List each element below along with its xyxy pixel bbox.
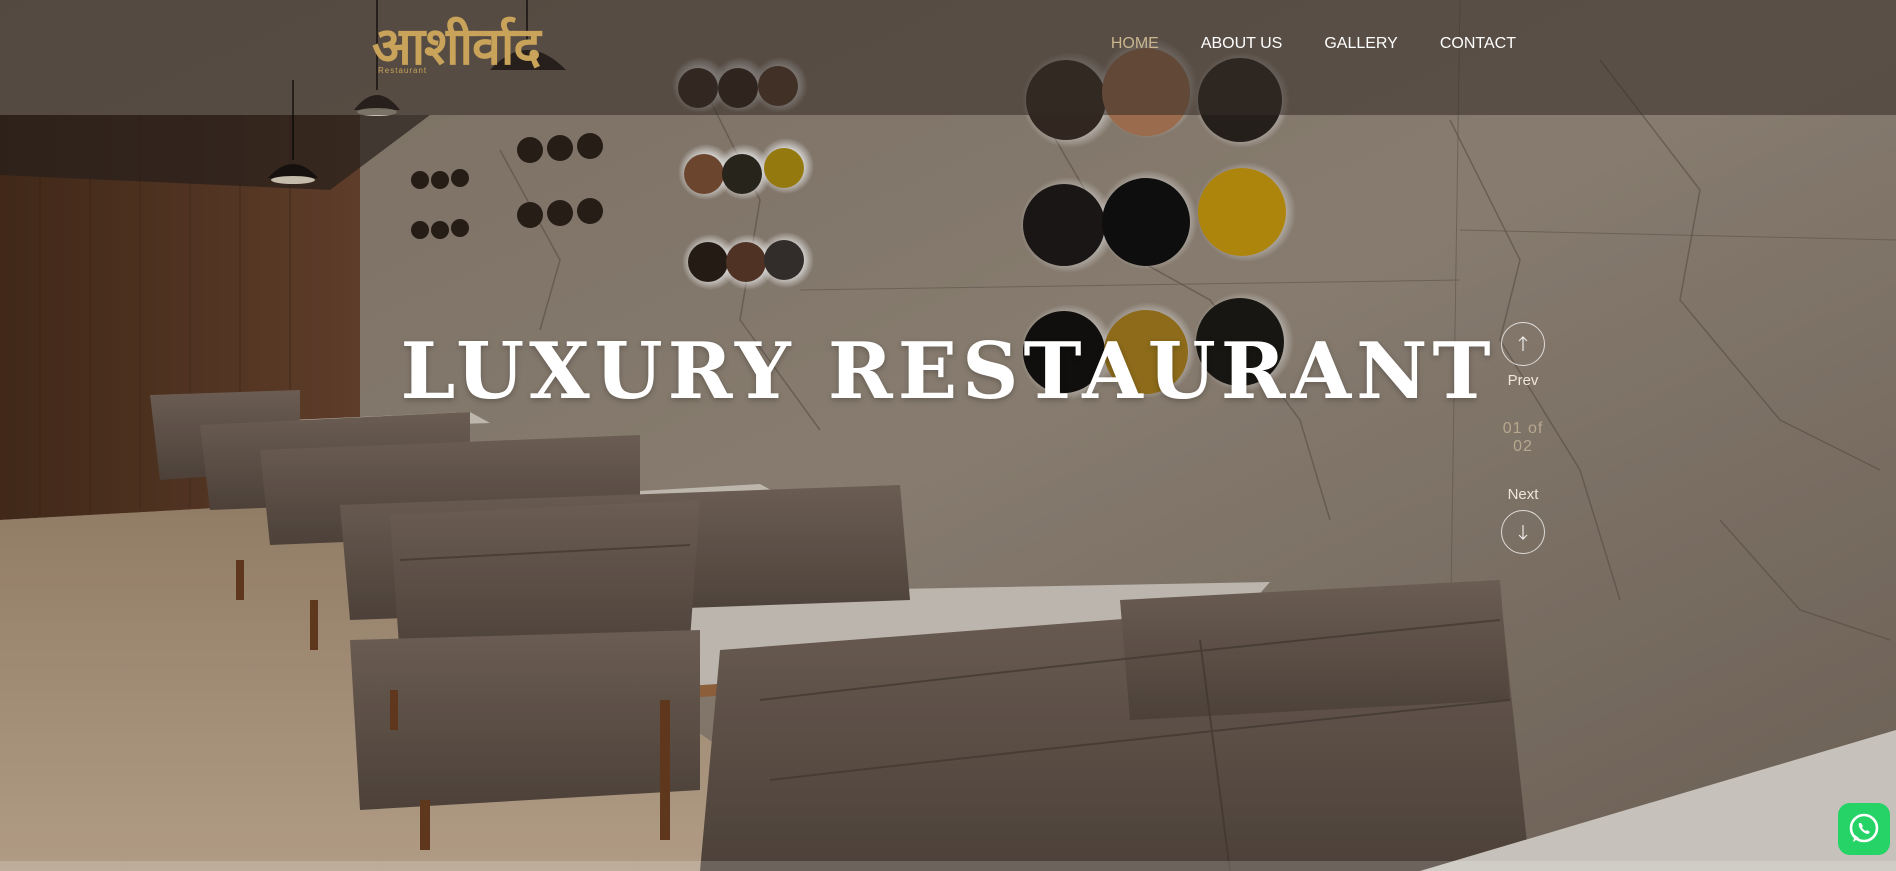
- whatsapp-chat-button[interactable]: [1838, 803, 1890, 855]
- nav-item-contact[interactable]: CONTACT: [1419, 32, 1537, 56]
- nav-item-home[interactable]: HOME: [1090, 32, 1180, 56]
- nav-item-about-us[interactable]: ABOUT US: [1180, 32, 1304, 56]
- hero-bottom-strip: [0, 861, 1896, 871]
- slide-counter: 01 of 02: [1502, 420, 1544, 455]
- slider-prev-label[interactable]: Prev: [1495, 372, 1551, 390]
- arrow-down-icon: [1502, 511, 1544, 553]
- slider-next-button[interactable]: [1501, 510, 1545, 554]
- slider-next-label[interactable]: Next: [1495, 486, 1551, 504]
- arrow-up-icon: [1502, 323, 1544, 365]
- hero-headline: LUXURY RESTAURANT: [400, 326, 1496, 417]
- whatsapp-icon: [1849, 813, 1879, 843]
- logo-tagline: Restaurant: [378, 66, 428, 75]
- restaurant-logo[interactable]: आशीर्वाद Restaurant: [372, 18, 541, 90]
- nav-item-gallery[interactable]: GALLERY: [1303, 32, 1419, 56]
- slider-controls: Prev 01 of 02 Next: [1495, 322, 1551, 554]
- hero-background-image: [0, 0, 1896, 871]
- main-nav: HOME ABOUT US GALLERY CONTACT: [1090, 32, 1537, 56]
- site-header: आशीर्वाद Restaurant HOME ABOUT US GALLER…: [0, 0, 1896, 115]
- slider-prev-button[interactable]: [1501, 322, 1545, 366]
